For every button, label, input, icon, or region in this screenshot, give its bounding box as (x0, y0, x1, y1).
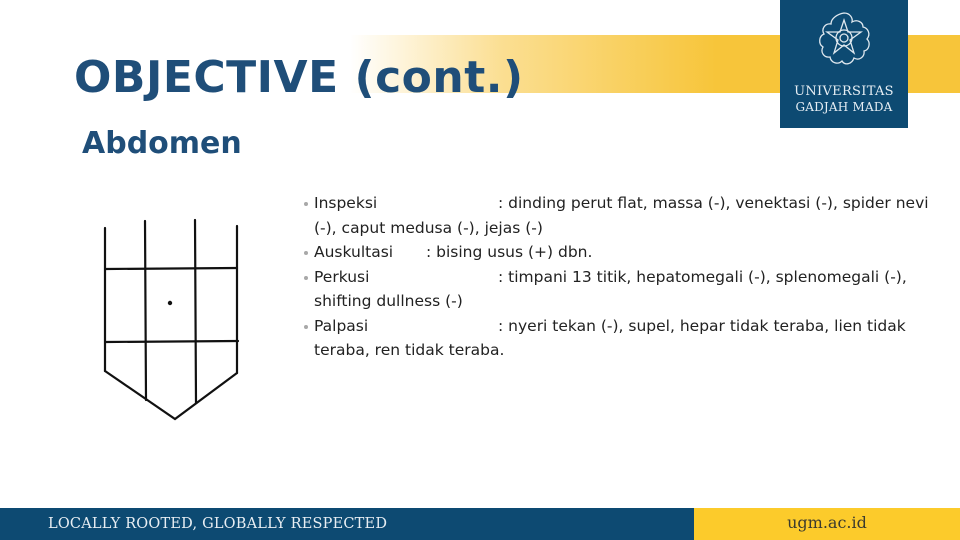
finding-item-perkusi: Perkusi: timpani 13 titik, hepatomegali … (300, 265, 930, 314)
university-logo: UNIVERSITAS GADJAH MADA (780, 0, 908, 128)
finding-separator: : (426, 243, 437, 261)
diagram-midclavicular-right (193, 218, 198, 405)
finding-separator: : (498, 316, 509, 335)
finding-separator: : (498, 267, 509, 286)
umbilicus-dot (167, 300, 173, 306)
diagram-subcostal-line (104, 266, 239, 271)
bullet-icon (304, 202, 308, 206)
bullet-icon (304, 251, 308, 255)
logo-text-universitas: UNIVERSITAS (794, 84, 894, 99)
footer-website-link[interactable]: ugm.ac.id (694, 513, 960, 533)
logo-text-gadjah-mada: GADJAH MADA (795, 100, 893, 114)
footer-tagline-bar: LOCALLY ROOTED, GLOBALLY RESPECTED (0, 508, 694, 540)
finding-label: Inspeksi (314, 194, 378, 212)
finding-item-inspeksi: Inspeksi: dinding perut flat, massa (-),… (300, 191, 930, 240)
diagram-pelvic-outline (103, 369, 239, 421)
diagram-intertubercular-line (104, 339, 240, 344)
finding-item-palpasi: Palpasi: nyeri tekan (-), supel, hepar t… (300, 314, 930, 363)
finding-item-auskultasi: Auskultasi: bising usus (+) dbn. (300, 240, 930, 265)
finding-label: Auskultasi (314, 243, 394, 261)
slide-title: OBJECTIVE (cont.) (74, 52, 524, 103)
slide-subtitle: Abdomen (82, 126, 242, 161)
bullet-icon (304, 324, 308, 329)
abdomen-regions-diagram (103, 218, 240, 421)
abdomen-findings-list: Inspeksi: dinding perut flat, massa (-),… (300, 191, 930, 363)
ugm-emblem-icon (819, 12, 870, 65)
finding-separator: : (498, 194, 509, 212)
finding-text: bising usus (+) dbn. (436, 243, 593, 261)
finding-label: Perkusi (314, 267, 370, 286)
diagram-midclavicular-left (143, 219, 148, 402)
bullet-icon (304, 275, 308, 280)
footer-tagline: LOCALLY ROOTED, GLOBALLY RESPECTED (48, 516, 388, 532)
footer-url-bar: ugm.ac.id (694, 508, 960, 540)
finding-label: Palpasi (314, 316, 369, 335)
